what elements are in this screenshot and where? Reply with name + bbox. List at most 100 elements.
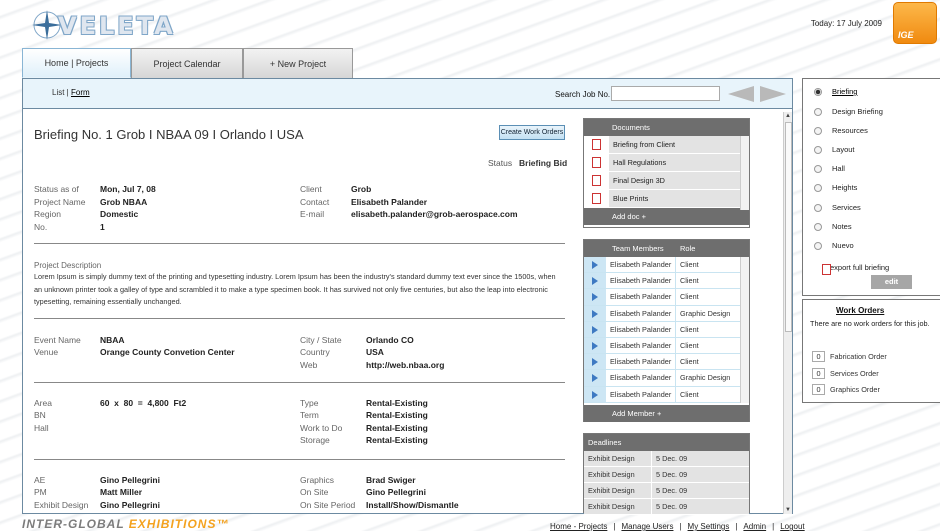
play-arrow-icon[interactable] xyxy=(584,257,606,273)
work-order-row[interactable]: 0 Graphics Order xyxy=(812,384,880,395)
menu-label: Briefing xyxy=(832,87,858,96)
form-link[interactable]: Form xyxy=(71,88,90,97)
ige-logo[interactable]: IGE xyxy=(893,2,937,44)
scroll-down-icon[interactable]: ▼ xyxy=(785,507,791,513)
pdf-icon xyxy=(584,135,608,154)
play-arrow-icon[interactable] xyxy=(584,370,606,386)
play-arrow-icon[interactable] xyxy=(584,289,606,305)
menu-item-briefing[interactable]: Briefing xyxy=(814,87,857,96)
menu-item-services[interactable]: Services xyxy=(814,203,861,212)
export-full-briefing-link[interactable]: export full briefing xyxy=(814,261,889,275)
status-as-of-label: Status as of xyxy=(34,184,79,194)
member-role: Graphic Design xyxy=(676,370,749,386)
menu-item-heights[interactable]: Heights xyxy=(814,183,857,192)
menu-item-hall[interactable]: Hall xyxy=(814,164,845,173)
scroll-up-icon[interactable]: ▲ xyxy=(785,113,791,119)
create-work-orders-button[interactable]: Create Work Orders xyxy=(499,125,565,140)
add-doc-button[interactable]: Add doc + xyxy=(584,208,749,225)
deadlines-header: Deadlines xyxy=(584,434,749,451)
document-name[interactable]: Briefing from Client xyxy=(608,135,749,154)
footer-link-logout[interactable]: Logout xyxy=(780,522,804,531)
main-scrollbar[interactable]: ▲ ▼ xyxy=(783,112,792,514)
member-role: Client xyxy=(676,354,749,370)
documents-scrollbar[interactable] xyxy=(740,136,749,210)
add-member-button[interactable]: Add Member + xyxy=(584,404,749,422)
order-name[interactable]: Fabrication Order xyxy=(830,352,887,361)
document-name[interactable]: Hall Regulations xyxy=(608,153,749,172)
scrollbar-thumb[interactable] xyxy=(785,122,792,332)
order-name[interactable]: Graphics Order xyxy=(830,385,880,394)
play-arrow-icon[interactable] xyxy=(584,354,606,370)
page-title: Briefing No. 1 Grob I NBAA 09 I Orlando … xyxy=(34,127,304,142)
team-row[interactable]: Elisabeth Palander Client xyxy=(584,273,749,290)
team-row[interactable]: Elisabeth Palander Graphic Design xyxy=(584,305,749,322)
edit-button[interactable]: edit xyxy=(871,275,912,289)
team-row[interactable]: Elisabeth Palander Client xyxy=(584,337,749,355)
tab-home-projects[interactable]: Home | Projects xyxy=(22,48,131,78)
menu-label: Hall xyxy=(832,164,845,173)
member-name: Elisabeth Palander xyxy=(606,370,676,386)
play-arrow-icon[interactable] xyxy=(584,337,606,354)
document-row[interactable]: Blue Prints xyxy=(584,189,749,208)
status-as-of-value: Mon, Jul 7, 08 xyxy=(100,184,156,194)
team-row[interactable]: Elisabeth Palander Client xyxy=(584,289,749,306)
deadline-name: Exhibit Design xyxy=(584,483,652,498)
region-label: Region xyxy=(34,209,61,219)
footer-link-manage-users[interactable]: Manage Users xyxy=(621,522,673,531)
deadline-row: Exhibit Design 5 Dec. 09 xyxy=(584,483,749,499)
city-state-value: Orlando CO xyxy=(366,335,414,345)
radio-icon[interactable] xyxy=(814,183,822,192)
menu-item-nuevo[interactable]: Nuevo xyxy=(814,241,854,250)
team-scrollbar[interactable] xyxy=(740,257,749,403)
play-arrow-icon[interactable] xyxy=(584,386,606,402)
footer-link-home-projects[interactable]: Home - Projects xyxy=(550,522,607,531)
list-link[interactable]: List xyxy=(52,88,64,97)
team-row[interactable]: Elisabeth Palander Client xyxy=(584,354,749,371)
menu-item-layout[interactable]: Layout xyxy=(814,145,855,154)
email-label: E-mail xyxy=(300,209,325,219)
deadline-row: Exhibit Design 5 Dec. 09 xyxy=(584,467,749,483)
radio-selected-icon[interactable] xyxy=(814,87,822,96)
team-row[interactable]: Elisabeth Palander Client xyxy=(584,386,749,403)
radio-icon[interactable] xyxy=(814,222,822,231)
tab-project-calendar[interactable]: Project Calendar xyxy=(131,48,243,78)
team-header-spacer xyxy=(584,240,612,257)
radio-icon[interactable] xyxy=(814,164,822,173)
radio-icon[interactable] xyxy=(814,241,822,250)
storage-value: Rental-Existing xyxy=(366,435,428,445)
team-row[interactable]: Elisabeth Palander Client xyxy=(584,321,749,338)
radio-icon[interactable] xyxy=(814,126,822,135)
radio-icon[interactable] xyxy=(814,145,822,154)
team-row[interactable]: Elisabeth Palander Client xyxy=(584,257,749,274)
play-arrow-icon[interactable] xyxy=(584,273,606,289)
menu-item-resources[interactable]: Resources xyxy=(814,126,868,135)
document-name[interactable]: Blue Prints xyxy=(608,189,749,208)
document-name[interactable]: Final Design 3D xyxy=(608,171,749,190)
status-value: Briefing Bid xyxy=(519,158,568,168)
document-row[interactable]: Hall Regulations xyxy=(584,153,749,172)
term-label: Term xyxy=(300,410,319,420)
email-value[interactable]: elisabeth.palander@grob-aerospace.com xyxy=(351,209,518,219)
footer-link-my-settings[interactable]: My Settings xyxy=(688,522,730,531)
work-order-row[interactable]: 0 Fabrication Order xyxy=(812,351,887,362)
document-row[interactable]: Final Design 3D xyxy=(584,171,749,190)
work-order-row[interactable]: 0 Services Order xyxy=(812,368,879,379)
team-row[interactable]: Elisabeth Palander Graphic Design xyxy=(584,370,749,387)
menu-item-notes[interactable]: Notes xyxy=(814,222,852,231)
footer-link-admin[interactable]: Admin xyxy=(743,522,766,531)
menu-label: Layout xyxy=(832,145,855,154)
web-value[interactable]: http://web.nbaa.org xyxy=(366,360,444,370)
previous-arrow-icon[interactable] xyxy=(728,86,754,102)
play-arrow-icon[interactable] xyxy=(584,321,606,337)
exhibit-design-label: Exhibit Design xyxy=(34,500,89,510)
tab-new-project[interactable]: + New Project xyxy=(243,48,353,78)
client-label: Client xyxy=(300,184,322,194)
next-arrow-icon[interactable] xyxy=(760,86,786,102)
play-arrow-icon[interactable] xyxy=(584,305,606,321)
radio-icon[interactable] xyxy=(814,203,822,212)
order-name[interactable]: Services Order xyxy=(830,369,879,378)
menu-item-design-briefing[interactable]: Design Briefing xyxy=(814,107,883,116)
radio-icon[interactable] xyxy=(814,107,822,116)
search-job-input[interactable] xyxy=(611,86,720,101)
document-row[interactable]: Briefing from Client xyxy=(584,135,749,154)
